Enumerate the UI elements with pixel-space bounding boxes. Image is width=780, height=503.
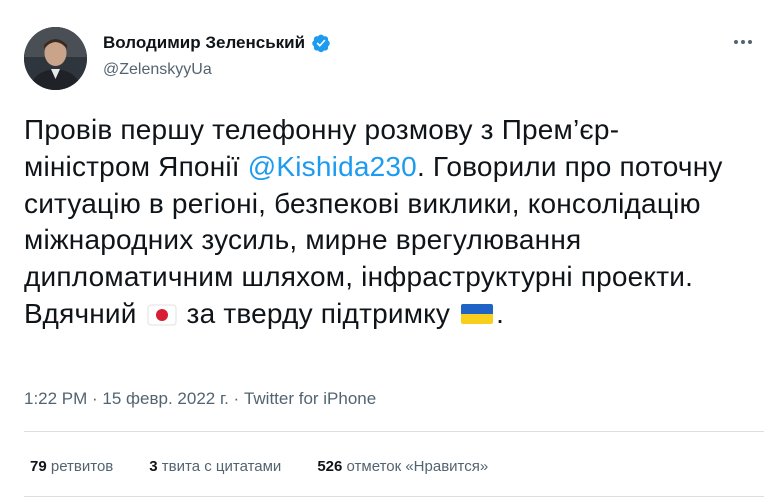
retweets-count: 79: [30, 458, 47, 475]
mention-link[interactable]: @Kishida230: [248, 151, 417, 182]
retweets-label: ретвитов: [50, 458, 114, 475]
tweet-card: Володимир Зеленський @ZelenskyyUa Провів…: [0, 0, 780, 503]
author-name-row[interactable]: Володимир Зеленський: [103, 32, 331, 54]
more-options-button[interactable]: [730, 32, 756, 52]
japan-flag-icon: [147, 304, 177, 326]
verified-badge-icon: [312, 34, 330, 53]
tweet-text: Провів першу телефонну розмову з Прем’єр…: [24, 112, 744, 333]
tweet-source[interactable]: Twitter for iPhone: [244, 389, 376, 408]
meta-separator: ·: [87, 389, 103, 408]
retweets-stat[interactable]: 79 ретвитов: [30, 457, 113, 477]
ukraine-flag-icon: [461, 303, 494, 324]
more-dot-icon: [748, 40, 752, 44]
likes-label: отметок «Нравится»: [346, 458, 489, 475]
tweet-date[interactable]: 15 февр. 2022 г.: [102, 389, 228, 408]
author-handle[interactable]: @ZelenskyyUa: [103, 60, 331, 80]
divider: [24, 496, 764, 497]
quotes-count: 3: [149, 458, 158, 475]
tweet-text-part: .: [496, 297, 505, 329]
avatar[interactable]: [24, 27, 87, 90]
tweet-meta: 1:22 PM · 15 февр. 2022 г. · Twitter for…: [24, 388, 376, 410]
more-dot-icon: [741, 40, 745, 44]
tweet-time[interactable]: 1:22 PM: [24, 389, 87, 408]
meta-separator: ·: [228, 389, 244, 408]
tweet-text-part: за тверду підтримку: [178, 297, 459, 329]
author-info: Володимир Зеленський @ZelenskyyUa: [103, 32, 331, 80]
quotes-stat[interactable]: 3 твита с цитатами: [149, 457, 281, 477]
divider: [24, 431, 764, 432]
likes-stat[interactable]: 526 отметок «Нравится»: [317, 457, 488, 477]
likes-count: 526: [317, 458, 343, 475]
quotes-label: твита с цитатами: [161, 458, 282, 475]
author-name[interactable]: Володимир Зеленський: [103, 32, 305, 54]
tweet-stats: 79 ретвитов 3 твита с цитатами 526 отмет…: [30, 457, 488, 477]
more-dot-icon: [734, 40, 738, 44]
avatar-photo-icon: [24, 27, 87, 90]
